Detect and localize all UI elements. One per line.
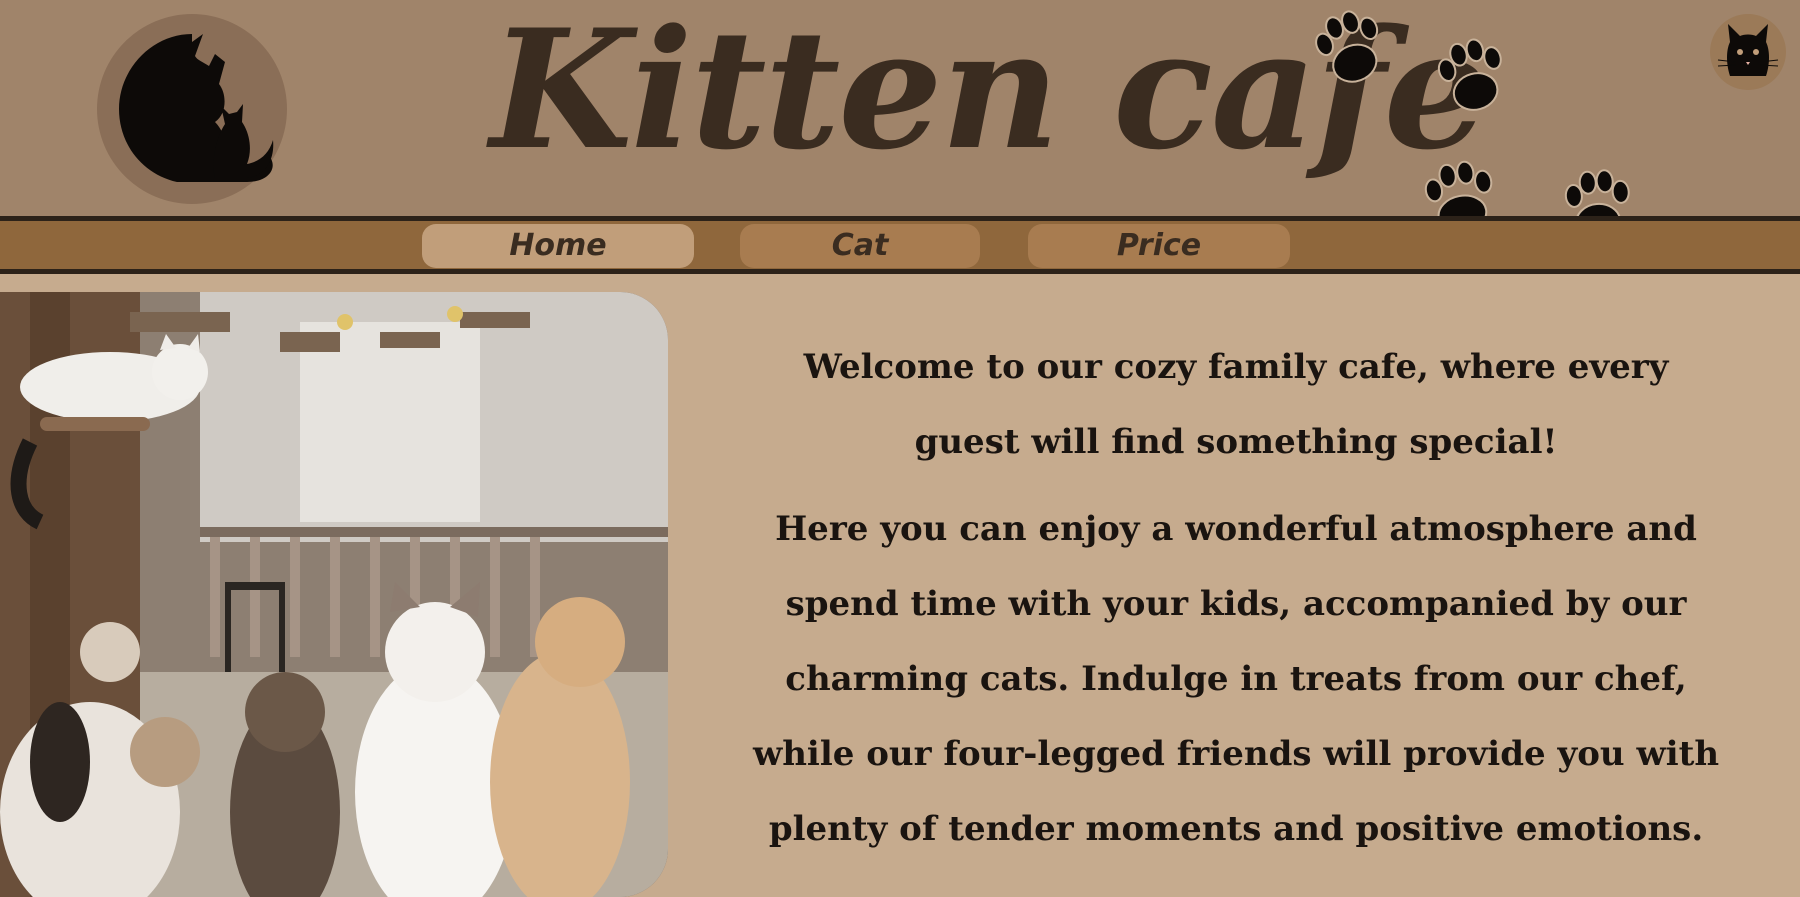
intro-text: Welcome to our cozy family cafe, where e…	[750, 330, 1722, 879]
paw-print-icon	[1315, 10, 1379, 83]
nav-price-button[interactable]: Price	[1028, 224, 1290, 268]
paw-print-icon	[1564, 169, 1630, 218]
description-paragraph: Here you can enjoy a wonderful atmospher…	[752, 509, 1720, 849]
nav-cat-button[interactable]: Cat	[740, 224, 980, 268]
cat-silhouette-logo-icon[interactable]	[97, 14, 287, 204]
paw-prints-decoration	[1315, 10, 1630, 218]
nav-home-button[interactable]: Home	[422, 224, 694, 268]
main-nav: Home Cat Price	[0, 221, 1800, 274]
cafe-cats-photo	[0, 292, 668, 897]
paw-print-icon	[1437, 38, 1502, 111]
site-header: Kitten cafe	[0, 0, 1800, 218]
site-title: Kitten cafe	[490, 0, 1488, 186]
welcome-paragraph: Welcome to our cozy family cafe, where e…	[803, 347, 1669, 462]
paw-print-icon	[1424, 160, 1493, 218]
cat-face-icon[interactable]	[1710, 14, 1786, 90]
